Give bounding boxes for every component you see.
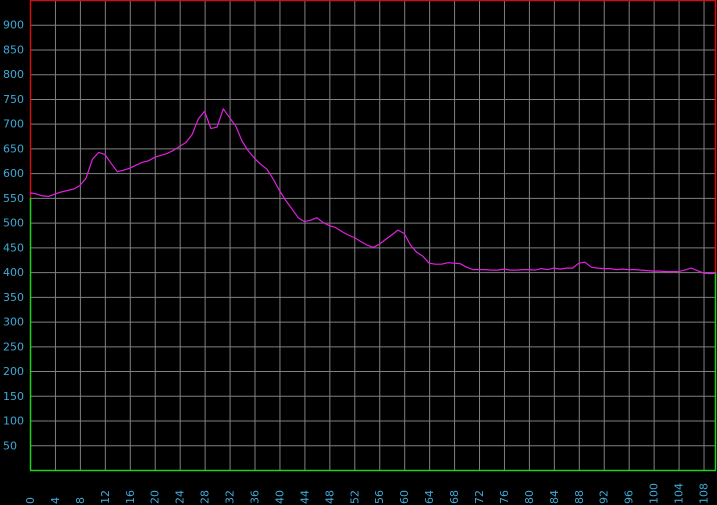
x-tick-label: 104 [673, 483, 686, 504]
y-tick-label: 450 [3, 241, 24, 254]
x-tick-label: 100 [648, 483, 661, 504]
x-tick-label: 72 [473, 490, 486, 504]
x-tick-label: 36 [249, 490, 262, 504]
x-tick-label: 64 [423, 490, 436, 504]
y-tick-label: 350 [3, 291, 24, 304]
x-tick-label: 0 [24, 497, 37, 504]
y-tick-label: 500 [3, 217, 24, 230]
y-tick-label: 250 [3, 340, 24, 353]
x-tick-label: 12 [99, 490, 112, 504]
y-tick-label: 900 [3, 19, 24, 32]
x-tick-label: 80 [523, 490, 536, 504]
x-tick-label: 52 [348, 490, 361, 504]
x-tick-label: 84 [548, 490, 561, 504]
x-tick-label: 96 [623, 490, 636, 504]
y-tick-label: 150 [3, 390, 24, 403]
x-tick-label: 20 [149, 490, 162, 504]
x-tick-label: 108 [698, 483, 711, 504]
x-tick-label: 28 [199, 490, 212, 504]
y-tick-label: 50 [3, 439, 17, 452]
x-tick-label: 48 [323, 490, 336, 504]
plot-background [0, 0, 717, 505]
y-tick-label: 700 [3, 118, 24, 131]
x-tick-label: 24 [174, 490, 187, 504]
x-tick-label: 88 [573, 490, 586, 504]
x-tick-label: 92 [598, 490, 611, 504]
y-tick-label: 650 [3, 142, 24, 155]
x-tick-label: 44 [298, 490, 311, 504]
y-tick-label: 850 [3, 43, 24, 56]
x-tick-label: 60 [398, 490, 411, 504]
y-tick-label: 800 [3, 68, 24, 81]
x-tick-label: 40 [273, 490, 286, 504]
y-tick-label: 550 [3, 192, 24, 205]
x-tick-label: 68 [448, 490, 461, 504]
y-tick-label: 100 [3, 415, 24, 428]
x-tick-label: 16 [124, 490, 137, 504]
y-tick-label: 400 [3, 266, 24, 279]
y-tick-label: 600 [3, 167, 24, 180]
y-tick-label: 750 [3, 93, 24, 106]
x-tick-label: 4 [49, 497, 62, 504]
line-chart: 5010015020025030035040045050055060065070… [0, 0, 717, 505]
y-tick-label: 300 [3, 316, 24, 329]
x-tick-label: 32 [224, 490, 237, 504]
x-tick-label: 76 [498, 490, 511, 504]
y-tick-label: 200 [3, 365, 24, 378]
x-tick-label: 8 [74, 497, 87, 504]
x-tick-label: 56 [373, 490, 386, 504]
